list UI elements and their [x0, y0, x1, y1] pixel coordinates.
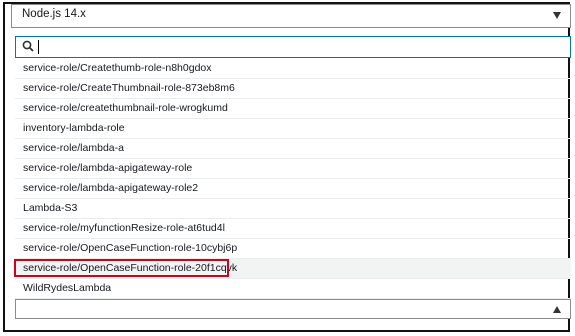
role-option-label: service-role/CreateThumbnail-role-873eb8…: [23, 82, 235, 94]
runtime-select[interactable]: Node.js 14.x: [11, 4, 571, 28]
role-option[interactable]: inventory-lambda-role: [15, 119, 571, 139]
role-search-input[interactable]: [15, 36, 571, 58]
text-cursor: [38, 40, 39, 54]
role-option[interactable]: Lambda-S3: [15, 199, 571, 219]
role-option[interactable]: service-role/Createthumb-role-n8h0gdox: [15, 59, 571, 79]
role-option[interactable]: service-role/lambda-apigateway-role: [15, 159, 571, 179]
role-option-label: service-role/lambda-apigateway-role: [23, 162, 193, 174]
role-option-label: service-role/Createthumb-role-n8h0gdox: [23, 62, 212, 74]
role-option[interactable]: service-role/CreateThumbnail-role-873eb8…: [15, 79, 571, 99]
role-option[interactable]: service-role/OpenCaseFunction-role-10cyb…: [15, 239, 571, 259]
search-icon: [22, 40, 34, 52]
role-option-label: inventory-lambda-role: [23, 122, 125, 134]
role-option[interactable]: service-role/OpenCaseFunction-role-20f1c…: [15, 259, 571, 279]
caret-down-icon[interactable]: [553, 12, 561, 19]
role-option-label: service-role/lambda-a: [23, 142, 124, 154]
role-option-label: WildRydesLambda: [23, 282, 112, 294]
existing-role-select[interactable]: [15, 299, 571, 319]
role-option-label: service-role/myfunctionResize-role-at6tu…: [23, 222, 225, 234]
role-option[interactable]: service-role/lambda-a: [15, 139, 571, 159]
role-options-list: service-role/Createthumb-role-n8h0gdox se…: [15, 59, 571, 299]
role-option[interactable]: service-role/lambda-apigateway-role2: [15, 179, 571, 199]
role-option[interactable]: service-role/myfunctionResize-role-at6tu…: [15, 219, 571, 239]
role-option-label: Lambda-S3: [23, 202, 78, 214]
role-option-label: service-role/OpenCaseFunction-role-10cyb…: [23, 242, 238, 254]
caret-up-icon[interactable]: [553, 306, 561, 313]
role-option-label: service-role/createthumbnail-role-wrogku…: [23, 102, 228, 114]
runtime-select-value: Node.js 14.x: [22, 8, 86, 20]
role-option[interactable]: WildRydesLambda: [15, 279, 571, 299]
role-option-label: service-role/OpenCaseFunction-role-20f1c…: [23, 262, 238, 274]
role-option[interactable]: service-role/createthumbnail-role-wrogku…: [15, 99, 571, 119]
role-option-label: service-role/lambda-apigateway-role2: [23, 182, 199, 194]
